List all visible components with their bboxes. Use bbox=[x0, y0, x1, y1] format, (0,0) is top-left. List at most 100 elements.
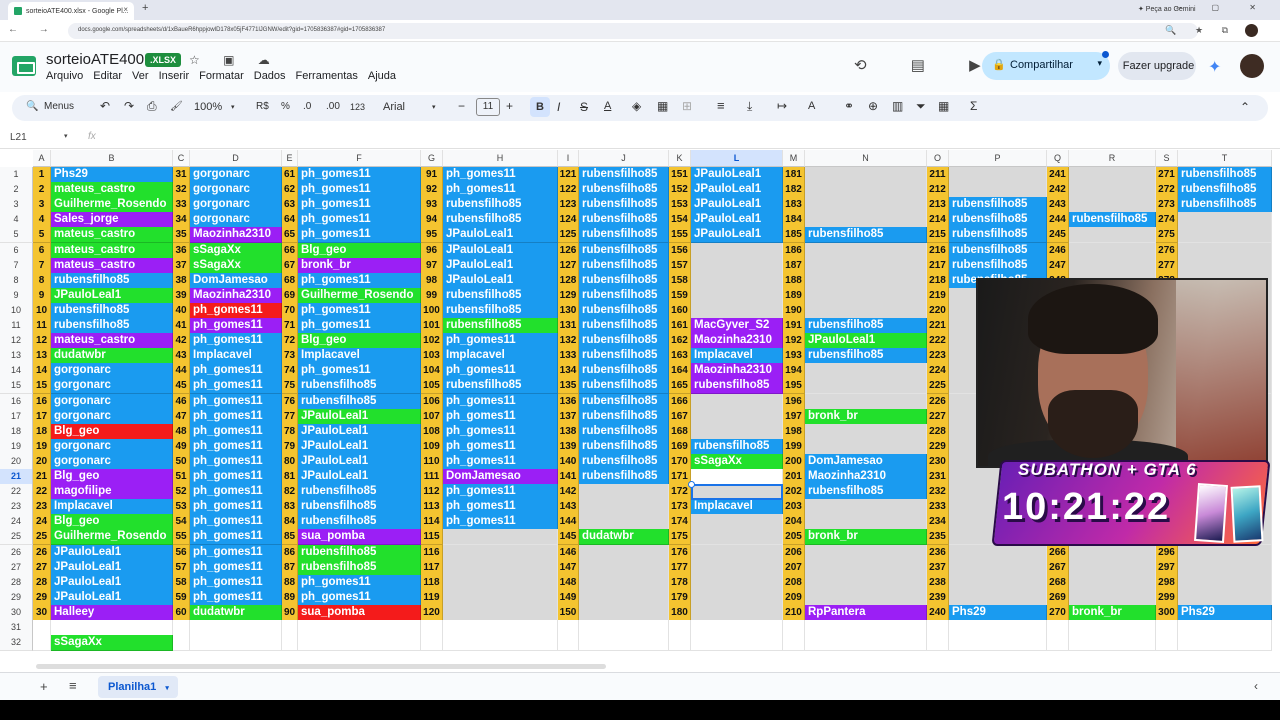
ticket-number-cell[interactable]: 180 bbox=[669, 604, 691, 621]
upgrade-button[interactable]: Fazer upgrade bbox=[1118, 52, 1196, 80]
ticket-number-cell[interactable]: 214 bbox=[927, 212, 949, 229]
ticket-number-cell[interactable]: 36 bbox=[173, 242, 190, 259]
name-cell[interactable]: JPauloLeal1 bbox=[443, 242, 558, 259]
name-cell[interactable]: rubensfilho85 bbox=[298, 378, 421, 395]
ticket-number-cell[interactable]: 140 bbox=[558, 453, 579, 470]
ticket-number-cell[interactable]: 221 bbox=[927, 318, 949, 334]
name-cell[interactable]: rubensfilho85 bbox=[579, 423, 669, 440]
name-cell[interactable] bbox=[949, 167, 1047, 183]
name-cell[interactable] bbox=[805, 393, 927, 410]
name-cell[interactable] bbox=[691, 514, 783, 531]
row-header[interactable]: 12 bbox=[0, 333, 33, 350]
ticket-number-cell[interactable]: 80 bbox=[282, 453, 298, 470]
row-header[interactable]: 20 bbox=[0, 453, 33, 470]
name-cell[interactable] bbox=[691, 484, 783, 501]
column-header-t[interactable]: T bbox=[1178, 150, 1272, 167]
name-cell[interactable]: rubensfilho85 bbox=[1178, 182, 1272, 199]
text-color-button[interactable]: A bbox=[604, 100, 611, 112]
ticket-number-cell[interactable] bbox=[783, 635, 805, 652]
name-cell[interactable]: ph_gomes11 bbox=[190, 318, 282, 334]
ticket-number-cell[interactable]: 77 bbox=[282, 408, 298, 425]
name-cell[interactable] bbox=[805, 620, 927, 636]
name-cell[interactable] bbox=[1178, 620, 1272, 636]
sheet-nav-left-icon[interactable]: ‹ bbox=[1254, 679, 1258, 693]
name-cell[interactable]: Phs29 bbox=[1178, 604, 1272, 621]
name-cell[interactable]: rubensfilho85 bbox=[51, 272, 173, 289]
ticket-number-cell[interactable]: 39 bbox=[173, 287, 190, 304]
zoom-caret-icon[interactable]: ▾ bbox=[231, 103, 235, 111]
name-cell[interactable]: Halleey bbox=[51, 604, 173, 621]
name-cell[interactable]: JPauloLeal1 bbox=[51, 287, 173, 304]
menu-editar[interactable]: Editar bbox=[93, 70, 122, 82]
name-cell[interactable] bbox=[579, 574, 669, 591]
name-cell[interactable] bbox=[190, 620, 282, 636]
column-header-r[interactable]: R bbox=[1069, 150, 1156, 167]
ticket-number-cell[interactable]: 30 bbox=[33, 604, 51, 621]
name-cell[interactable] bbox=[805, 182, 927, 199]
ticket-number-cell[interactable]: 185 bbox=[783, 227, 805, 244]
name-cell[interactable] bbox=[805, 635, 927, 652]
name-cell[interactable]: rubensfilho85 bbox=[443, 212, 558, 229]
name-cell[interactable]: ph_gomes11 bbox=[298, 212, 421, 229]
name-cell[interactable]: sua_pomba bbox=[298, 529, 421, 546]
name-cell[interactable]: Implacavel bbox=[443, 348, 558, 365]
ticket-number-cell[interactable]: 55 bbox=[173, 529, 190, 546]
name-cell[interactable] bbox=[805, 242, 927, 259]
name-cell[interactable] bbox=[805, 559, 927, 576]
name-cell[interactable] bbox=[1069, 620, 1156, 636]
column-header-d[interactable]: D bbox=[190, 150, 282, 167]
name-cell[interactable]: JPauloLeal1 bbox=[691, 167, 783, 183]
ticket-number-cell[interactable]: 179 bbox=[669, 589, 691, 606]
ticket-number-cell[interactable]: 83 bbox=[282, 499, 298, 516]
ticket-number-cell[interactable]: 10 bbox=[33, 302, 51, 319]
name-cell[interactable] bbox=[691, 574, 783, 591]
name-cell[interactable] bbox=[443, 604, 558, 621]
name-cell[interactable]: rubensfilho85 bbox=[579, 408, 669, 425]
name-cell[interactable] bbox=[805, 378, 927, 395]
ticket-number-cell[interactable]: 3 bbox=[33, 197, 51, 214]
name-cell[interactable]: gorgonarc bbox=[51, 363, 173, 380]
ticket-number-cell[interactable]: 128 bbox=[558, 272, 579, 289]
ticket-number-cell[interactable] bbox=[173, 635, 190, 652]
name-cell[interactable]: rubensfilho85 bbox=[691, 378, 783, 395]
merge-cells-icon[interactable]: ⊞ bbox=[682, 99, 692, 113]
name-cell[interactable]: gorgonarc bbox=[51, 453, 173, 470]
ticket-number-cell[interactable]: 158 bbox=[669, 272, 691, 289]
name-cell[interactable]: rubensfilho85 bbox=[51, 318, 173, 334]
ticket-number-cell[interactable]: 142 bbox=[558, 484, 579, 501]
ticket-number-cell[interactable]: 131 bbox=[558, 318, 579, 334]
ticket-number-cell[interactable]: 85 bbox=[282, 529, 298, 546]
ticket-number-cell[interactable]: 12 bbox=[33, 333, 51, 350]
name-cell[interactable]: Implacavel bbox=[190, 348, 282, 365]
browser-tab[interactable]: sorteioATE400.xlsx - Google Pl... × bbox=[8, 2, 134, 20]
ticket-number-cell[interactable]: 137 bbox=[558, 408, 579, 425]
ticket-number-cell[interactable]: 246 bbox=[1047, 242, 1069, 259]
column-header-q[interactable]: Q bbox=[1047, 150, 1069, 167]
ticket-number-cell[interactable]: 16 bbox=[33, 393, 51, 410]
ticket-number-cell[interactable]: 65 bbox=[282, 227, 298, 244]
name-cell[interactable]: rubensfilho85 bbox=[443, 197, 558, 214]
name-cell[interactable] bbox=[805, 257, 927, 274]
name-cell[interactable]: rubensfilho85 bbox=[949, 197, 1047, 214]
column-header-o[interactable]: O bbox=[927, 150, 949, 167]
name-cell[interactable]: JPauloLeal1 bbox=[51, 589, 173, 606]
name-cell[interactable]: RpPantera bbox=[805, 604, 927, 621]
name-cell[interactable]: ph_gomes11 bbox=[443, 363, 558, 380]
ticket-number-cell[interactable]: 138 bbox=[558, 423, 579, 440]
ticket-number-cell[interactable]: 141 bbox=[558, 469, 579, 485]
name-cell[interactable]: JPauloLeal1 bbox=[691, 182, 783, 199]
name-cell[interactable] bbox=[1069, 182, 1156, 199]
ticket-number-cell[interactable]: 78 bbox=[282, 423, 298, 440]
ticket-number-cell[interactable] bbox=[558, 635, 579, 652]
name-cell[interactable]: rubensfilho85 bbox=[1178, 197, 1272, 214]
name-cell[interactable]: rubensfilho85 bbox=[443, 318, 558, 334]
name-cell[interactable]: JPauloLeal1 bbox=[298, 469, 421, 485]
ticket-number-cell[interactable]: 127 bbox=[558, 257, 579, 274]
menu-ajuda[interactable]: Ajuda bbox=[368, 70, 396, 82]
row-header[interactable]: 15 bbox=[0, 378, 33, 395]
ticket-number-cell[interactable]: 50 bbox=[173, 453, 190, 470]
ticket-number-cell[interactable]: 49 bbox=[173, 438, 190, 455]
number-format-button[interactable]: 123 bbox=[350, 102, 365, 112]
ticket-number-cell[interactable]: 132 bbox=[558, 333, 579, 350]
ticket-number-cell[interactable]: 133 bbox=[558, 348, 579, 365]
